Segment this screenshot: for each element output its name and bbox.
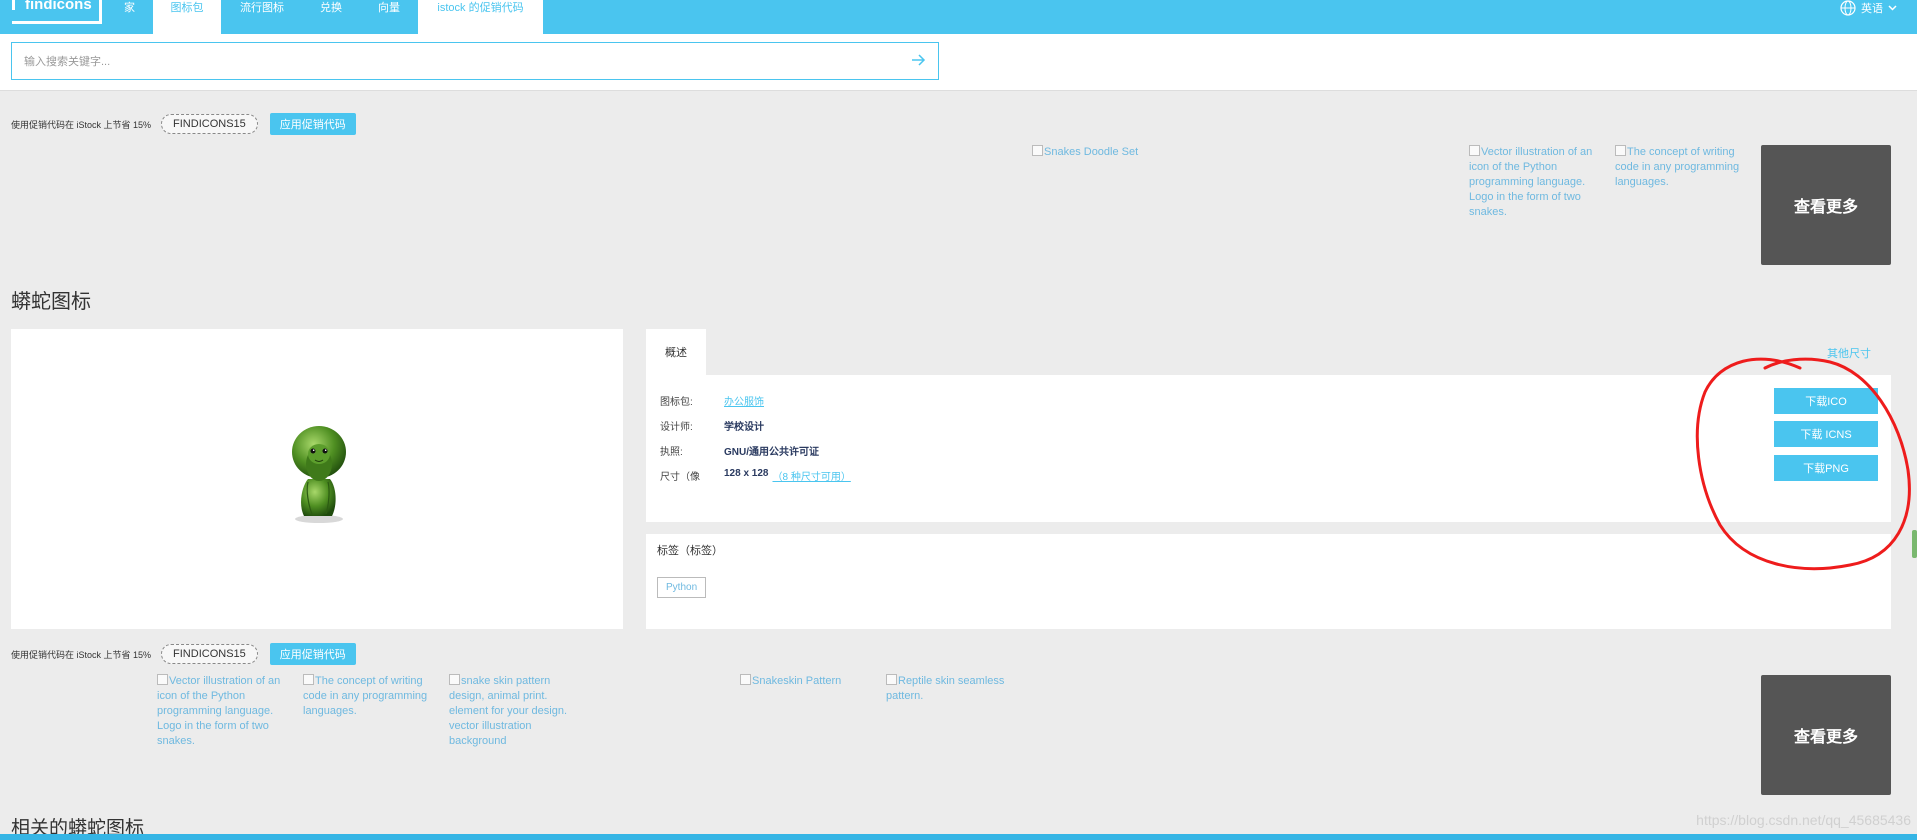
see-more-button[interactable]: 查看更多 xyxy=(1761,675,1891,795)
language-selector[interactable]: 英语 xyxy=(1840,0,1897,16)
tags-card: 标签（标签） Python xyxy=(646,534,1891,629)
detail-value: 学校设计 xyxy=(724,422,764,433)
gallery-image-alt: Snakes Doodle Set xyxy=(1044,146,1139,158)
gallery-image[interactable]: Vector illustration of an icon of the Py… xyxy=(1469,145,1601,220)
broken-image-icon xyxy=(157,674,168,685)
detail-row-license: 执照: GNU/通用公共许可证 xyxy=(660,443,819,458)
broken-image-icon xyxy=(886,674,897,685)
globe-icon xyxy=(1840,0,1856,16)
gallery-image[interactable]: The concept of writing code in any progr… xyxy=(1615,145,1749,190)
detail-key: 设计师: xyxy=(660,422,693,433)
other-sizes-link[interactable]: 其他尺寸 xyxy=(1827,345,1871,361)
gallery-image[interactable]: The concept of writing code in any progr… xyxy=(303,674,437,719)
gallery-image[interactable]: Reptile skin seamless pattern. xyxy=(886,674,1026,704)
logo-text: findicons xyxy=(25,0,92,13)
top-navbar: findicons 家 图标包 流行图标 兑换 向量 istock 的促销代码 … xyxy=(0,0,1917,34)
tags-title: 标签（标签） xyxy=(657,545,723,557)
nav-exchange[interactable]: 兑换 xyxy=(320,0,342,34)
scrollbar-thumb[interactable] xyxy=(1912,530,1917,558)
nav-popular-icons[interactable]: 流行图标 xyxy=(240,0,284,34)
promo-text: 使用促销代码在 iStock 上节省 15% xyxy=(11,119,152,130)
page-title: 蟒蛇图标 xyxy=(11,291,91,313)
apply-promo-button[interactable]: 应用促销代码 xyxy=(269,113,356,135)
detail-key: 尺寸（像 xyxy=(660,472,700,483)
nav-home[interactable]: 家 xyxy=(124,0,135,34)
detail-row-icon-pack: 图标包: 办公服饰 xyxy=(660,393,764,408)
gallery-image-alt: Vector illustration of an icon of the Py… xyxy=(157,675,281,747)
gallery-image[interactable]: Snakes Doodle Set xyxy=(1032,145,1182,160)
promo-banner: 使用促销代码在 iStock 上节省 15% FINDICONS15 应用促销代… xyxy=(11,113,356,135)
search-box xyxy=(11,42,939,80)
tag-python[interactable]: Python xyxy=(657,577,707,598)
gallery-image[interactable]: Snakeskin Pattern xyxy=(740,674,880,689)
gallery-image-alt: The concept of writing code in any progr… xyxy=(303,675,428,717)
icon-preview-panel xyxy=(11,329,623,629)
see-more-button[interactable]: 查看更多 xyxy=(1761,145,1891,265)
broken-image-icon xyxy=(1469,145,1480,156)
gallery-image-alt: Reptile skin seamless pattern. xyxy=(886,675,1005,702)
nav-vectors[interactable]: 向量 xyxy=(378,0,400,34)
available-sizes-link[interactable]: （8 种尺寸可用） xyxy=(773,468,851,483)
nav-icon-packs[interactable]: 图标包 xyxy=(153,0,221,34)
language-label: 英语 xyxy=(1861,3,1883,15)
gallery-image-alt: Vector illustration of an icon of the Py… xyxy=(1469,146,1593,218)
snake-icon xyxy=(292,426,346,523)
gallery-image-alt: The concept of writing code in any progr… xyxy=(1615,146,1740,188)
detail-row-designer: 设计师: 学校设计 xyxy=(660,418,764,433)
download-icns-button[interactable]: 下载 ICNS xyxy=(1774,421,1878,447)
detail-row-size: 尺寸（像 128 x 128 （8 种尺寸可用） xyxy=(660,468,851,483)
findicons-logo[interactable]: findicons xyxy=(12,0,102,24)
broken-image-icon xyxy=(740,674,751,685)
apply-promo-button[interactable]: 应用促销代码 xyxy=(269,643,356,665)
detail-value: 128 x 128 xyxy=(724,468,769,479)
arrow-right-icon[interactable] xyxy=(910,52,926,68)
chevron-down-icon xyxy=(1888,5,1897,11)
promo-code[interactable]: FINDICONS15 xyxy=(161,114,258,134)
download-png-button[interactable]: 下载PNG xyxy=(1774,455,1878,481)
nav-istock-promo[interactable]: istock 的促销代码 xyxy=(418,0,543,34)
broken-image-icon xyxy=(303,674,314,685)
broken-image-icon xyxy=(449,674,460,685)
promo-banner-bottom: 使用促销代码在 iStock 上节省 15% FINDICONS15 应用促销代… xyxy=(11,643,356,665)
detail-key: 图标包: xyxy=(660,397,693,408)
watermark: https://blog.csdn.net/qq_45685436 xyxy=(1696,812,1911,828)
download-ico-button[interactable]: 下载ICO xyxy=(1774,388,1878,414)
detail-key: 执照: xyxy=(660,447,683,458)
search-bar xyxy=(0,34,1917,91)
details-card: 图标包: 办公服饰 设计师: 学校设计 执照: GNU/通用公共许可证 尺寸（像… xyxy=(646,375,1891,522)
gallery-image-alt: snake skin pattern design, animal print.… xyxy=(449,675,568,747)
gallery-image[interactable]: snake skin pattern design, animal print.… xyxy=(449,674,585,749)
broken-image-icon xyxy=(1615,145,1626,156)
gallery-image[interactable]: Vector illustration of an icon of the Py… xyxy=(157,674,293,749)
details-tabs: 概述 其他尺寸 xyxy=(646,329,1891,375)
bottom-bar xyxy=(0,834,1917,840)
search-input[interactable] xyxy=(22,51,886,73)
icon-pack-link[interactable]: 办公服饰 xyxy=(724,393,764,408)
tab-overview[interactable]: 概述 xyxy=(646,329,706,375)
promo-text: 使用促销代码在 iStock 上节省 15% xyxy=(11,649,152,660)
promo-code[interactable]: FINDICONS15 xyxy=(161,644,258,664)
detail-value: GNU/通用公共许可证 xyxy=(724,447,819,458)
gallery-image-alt: Snakeskin Pattern xyxy=(752,675,842,687)
broken-image-icon xyxy=(1032,145,1043,156)
